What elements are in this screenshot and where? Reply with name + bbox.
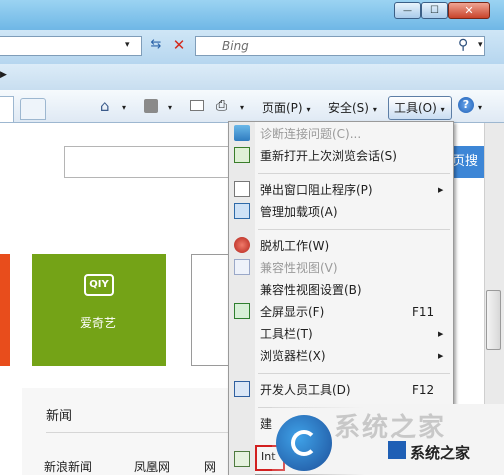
menu-item-compatibility-view[interactable]: 兼容性视图(V): [260, 258, 338, 278]
shortcut-f11: F11: [412, 305, 435, 319]
submenu-arrow-icon: ▶: [438, 186, 444, 194]
maximize-icon: ☐: [430, 5, 439, 16]
menu-item-reopen-session[interactable]: 重新打开上次浏览会话(S): [260, 146, 397, 166]
maximize-button[interactable]: ☐: [421, 2, 448, 19]
home-icon[interactable]: ⌂: [100, 97, 110, 115]
site-tile-orange[interactable]: [0, 254, 10, 366]
shortcut-f12: F12: [412, 383, 435, 397]
address-input[interactable]: [0, 36, 142, 56]
chevron-down-icon: ▾: [440, 105, 445, 114]
help-icon[interactable]: ?: [458, 97, 474, 113]
menu-item-suggested-sites[interactable]: 建: [260, 414, 272, 434]
feeds-dropdown-icon[interactable]: ▾: [168, 103, 172, 112]
tools-menu-label: 工具(O): [394, 101, 437, 115]
diagnose-icon: [234, 125, 250, 141]
refresh-icon[interactable]: ⇆: [146, 37, 166, 55]
stop-icon[interactable]: ✕: [170, 36, 188, 54]
chevron-right-icon[interactable]: ▶: [0, 70, 7, 80]
page-menu-button[interactable]: 页面(P) ▾: [262, 98, 310, 118]
menu-item-developer-tools[interactable]: 开发人员工具(D): [260, 380, 351, 400]
help-dropdown-icon[interactable]: ▾: [478, 103, 482, 112]
menu-item-fullscreen[interactable]: 全屏显示(F): [260, 302, 324, 322]
work-offline-icon: [234, 237, 250, 253]
internet-options-icon: [234, 451, 250, 467]
watermark-small-icon: [388, 441, 406, 459]
divider: [46, 432, 232, 433]
print-dropdown-icon[interactable]: ▾: [240, 103, 244, 112]
news-link[interactable]: 新浪新闻: [44, 458, 92, 475]
menu-item-toolbars[interactable]: 工具栏(T): [260, 324, 313, 344]
submenu-arrow-icon: ▶: [438, 352, 444, 360]
print-icon[interactable]: ⎙: [216, 98, 227, 114]
manage-addons-icon: [234, 203, 250, 219]
watermark-text: 系统之家: [410, 444, 471, 462]
menu-separator: [258, 229, 450, 230]
menu-item-work-offline[interactable]: 脱机工作(W): [260, 236, 329, 256]
feeds-icon[interactable]: [144, 99, 158, 113]
favorites-bar: [0, 64, 504, 91]
iqiyi-logo-icon: QIY: [84, 274, 114, 296]
chevron-down-icon: ▾: [306, 105, 311, 114]
news-title: 新闻: [46, 409, 73, 424]
tools-menu-label-wrap: 工具(O) ▾: [394, 98, 445, 118]
search-placeholder: Bing: [222, 39, 249, 53]
watermark-logo-ring: [291, 430, 317, 456]
search-icon[interactable]: ⚲: [458, 37, 468, 53]
compatibility-view-icon: [234, 259, 250, 275]
address-dropdown-icon[interactable]: ▾: [125, 40, 130, 50]
menu-item-diagnose[interactable]: 诊断连接问题(C)...: [260, 124, 361, 144]
menu-separator: [258, 173, 450, 174]
fullscreen-icon: [234, 303, 250, 319]
mail-icon[interactable]: [190, 100, 204, 111]
new-tab-button[interactable]: [20, 98, 46, 120]
home-dropdown-icon[interactable]: ▾: [122, 103, 126, 112]
news-link[interactable]: 网: [204, 458, 216, 475]
menu-item-compatibility-settings[interactable]: 兼容性视图设置(B): [260, 280, 362, 300]
site-tile-iqiyi[interactable]: [32, 254, 166, 366]
tab-current[interactable]: [0, 96, 14, 122]
reopen-session-icon: [234, 147, 250, 163]
submenu-arrow-icon: ▶: [438, 330, 444, 338]
minimize-icon: —: [403, 5, 412, 16]
menu-icon-gutter: [229, 122, 255, 475]
menu-item-popup-blocker[interactable]: 弹出窗口阻止程序(P): [260, 180, 373, 200]
search-dropdown-icon[interactable]: ▾: [478, 40, 483, 50]
safety-menu-label: 安全(S): [328, 101, 369, 115]
safety-menu-button[interactable]: 安全(S) ▾: [328, 98, 377, 118]
news-link[interactable]: 凤凰网: [134, 458, 170, 475]
menu-separator: [258, 373, 450, 374]
menu-item-explorer-bars[interactable]: 浏览器栏(X): [260, 346, 326, 366]
developer-tools-icon: [234, 381, 250, 397]
close-icon: ✕: [464, 4, 474, 17]
watermark-faded-text: 系统之家: [334, 413, 447, 443]
minimize-button[interactable]: —: [394, 2, 421, 19]
page-menu-label: 页面(P): [262, 101, 303, 115]
tile-label: 爱奇艺: [80, 316, 117, 330]
chevron-down-icon: ▾: [372, 105, 377, 114]
menu-item-manage-addons[interactable]: 管理加载项(A): [260, 202, 338, 222]
popup-blocker-icon: [234, 181, 250, 197]
close-button[interactable]: ✕: [448, 2, 490, 19]
scrollbar-thumb[interactable]: [486, 290, 501, 350]
